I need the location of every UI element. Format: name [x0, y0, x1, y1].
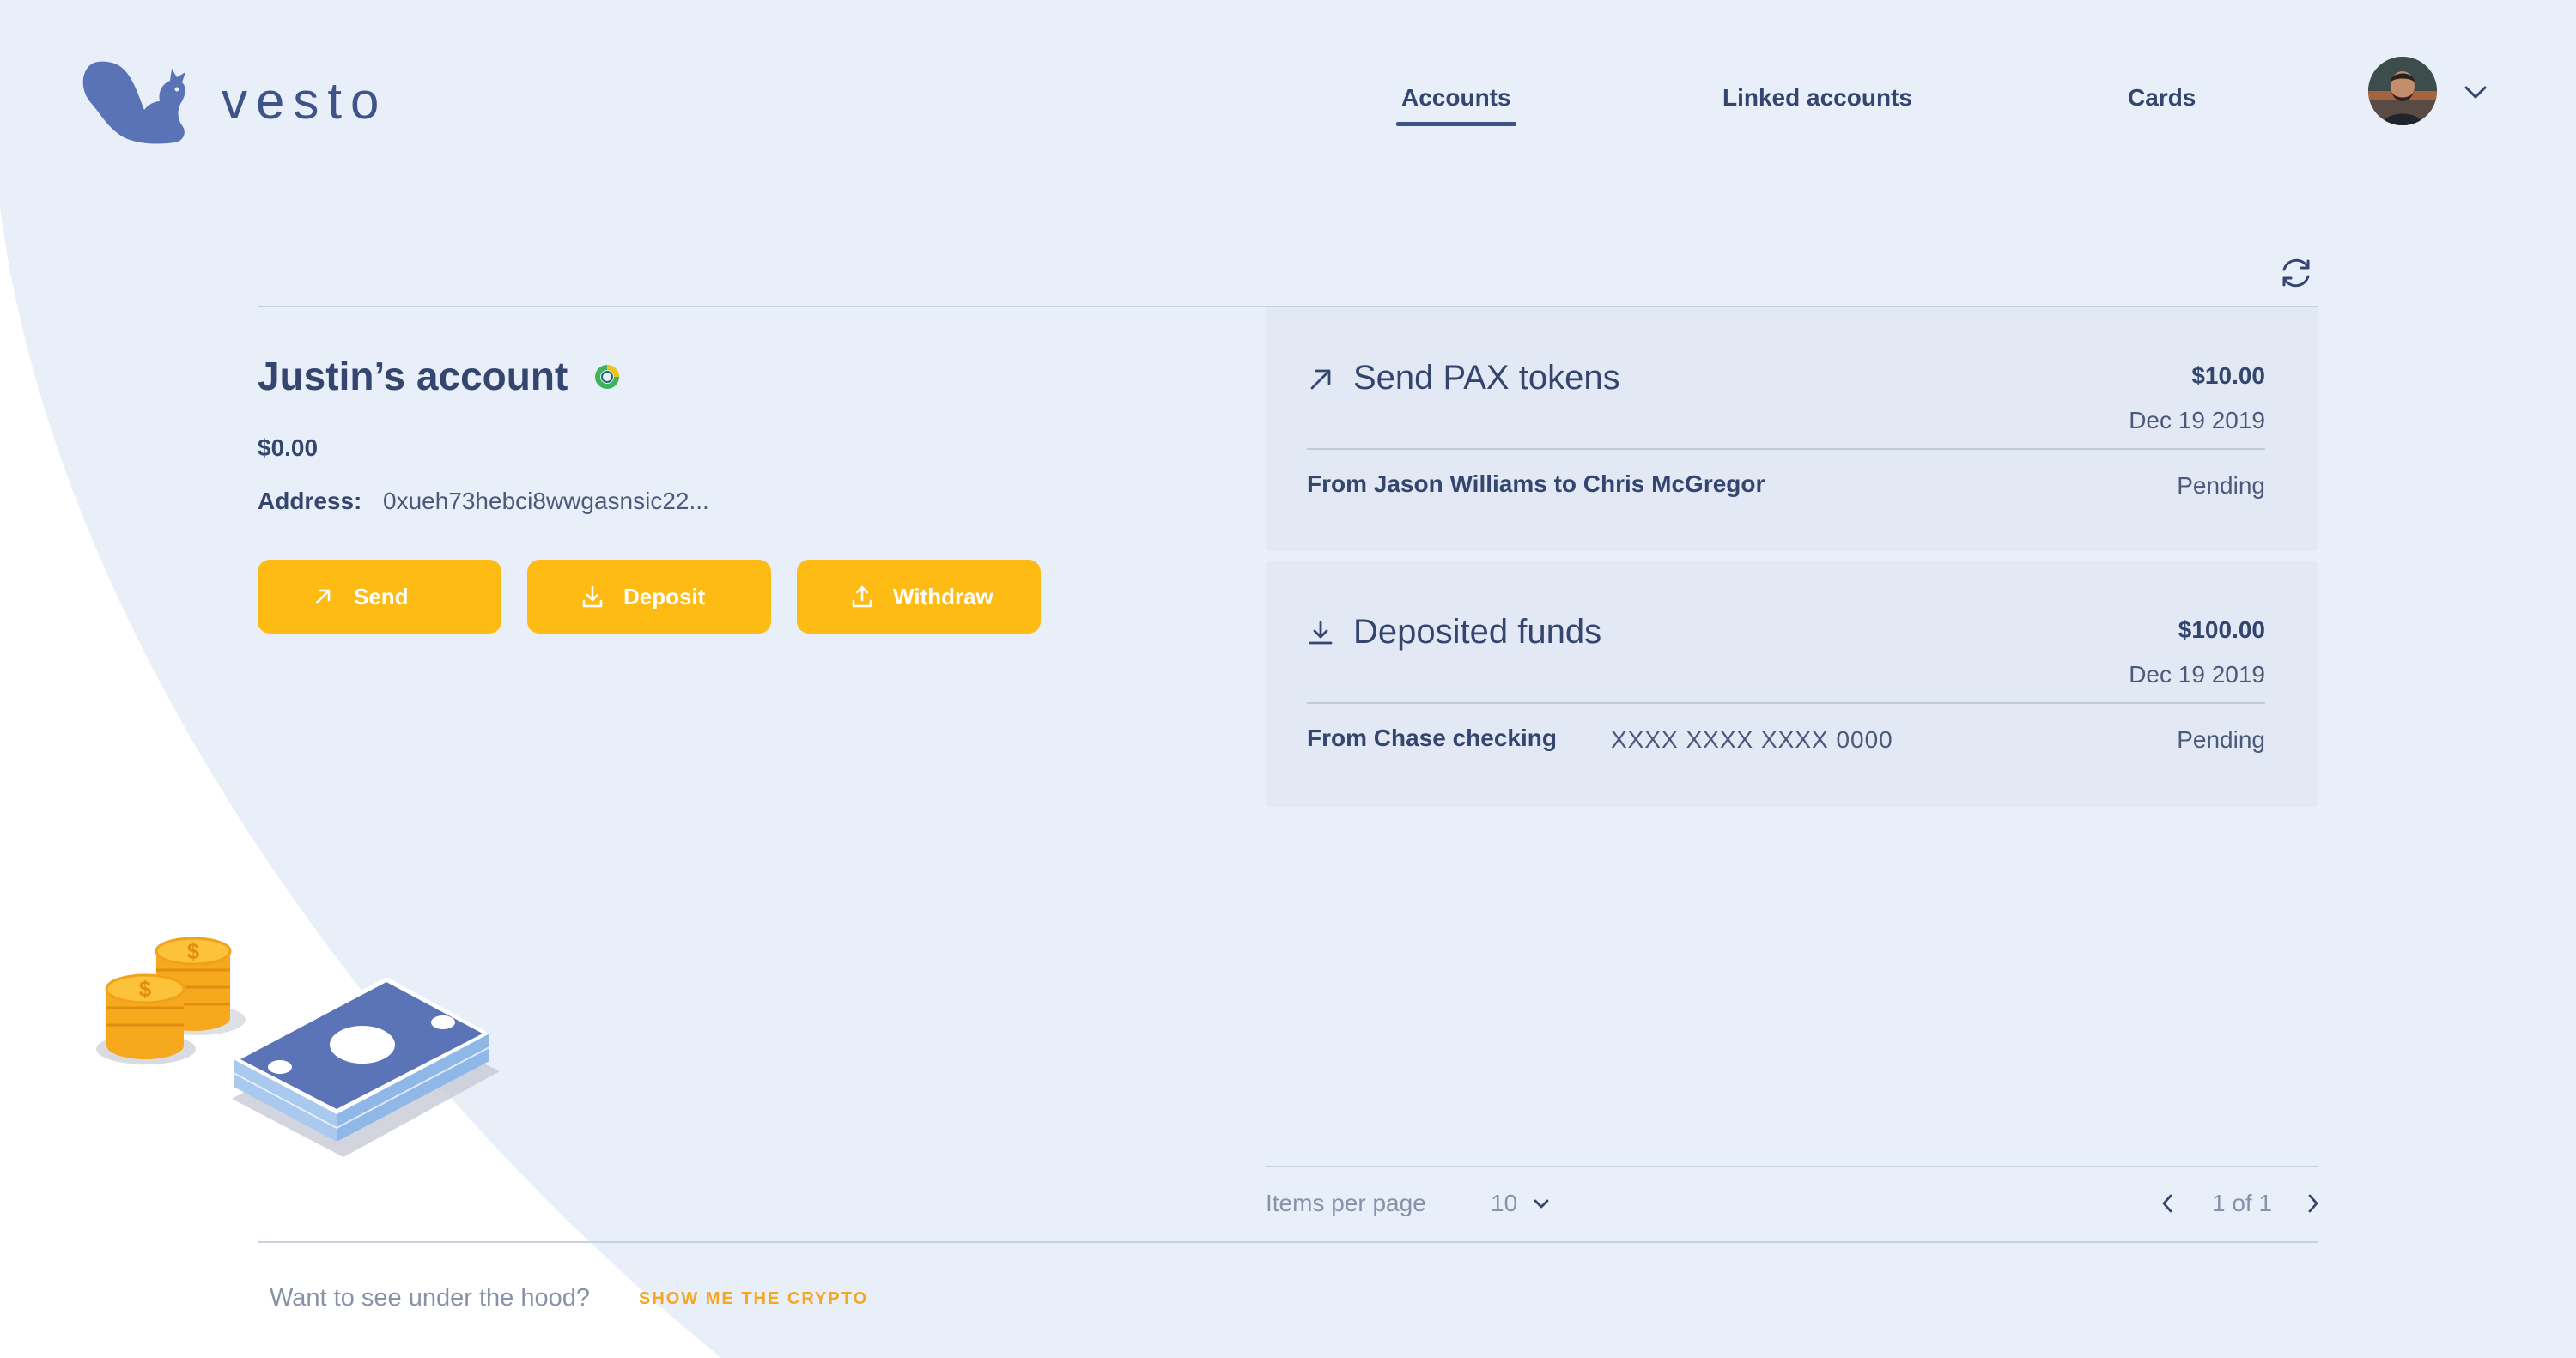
transaction-status: Pending: [2177, 472, 2265, 499]
account-balance: $0.00: [258, 434, 319, 461]
avatar[interactable]: [2368, 57, 2437, 125]
transaction-title: Send PAX tokens: [1353, 359, 1620, 397]
items-per-page-select[interactable]: 10: [1491, 1190, 1517, 1217]
nav-linked-accounts[interactable]: Linked accounts: [1722, 82, 1912, 113]
transaction-amount: $10.00: [2191, 362, 2265, 389]
refresh-icon[interactable]: [2277, 254, 2315, 292]
transaction-from: From Jason Williams to Chris McGregor: [1307, 470, 1765, 497]
chevron-down-icon[interactable]: [2463, 81, 2488, 103]
account-title: Justin’s account: [258, 354, 568, 398]
chevron-down-icon[interactable]: [1532, 1197, 1551, 1212]
chevron-right-icon[interactable]: [2303, 1191, 2324, 1216]
deposit-button[interactable]: Deposit: [527, 560, 771, 634]
upload-icon: [852, 585, 872, 608]
money-illustration-icon: $ $: [96, 937, 500, 1157]
chevron-left-icon[interactable]: [2157, 1191, 2178, 1216]
transaction-account-number: XXXX XXXX XXXX 0000: [1611, 726, 1893, 753]
transaction-from: From Chase checking: [1307, 724, 1557, 751]
svg-text:$: $: [139, 976, 152, 1002]
download-icon: [582, 585, 603, 608]
send-button-label: Send: [354, 583, 409, 609]
transaction-amount: $100.00: [2178, 616, 2265, 643]
send-button[interactable]: Send: [258, 560, 501, 634]
nav-cards[interactable]: Cards: [2128, 82, 2196, 113]
address-value[interactable]: 0xueh73hebci8wwgasnsic22...: [383, 488, 709, 515]
deposit-button-label: Deposit: [623, 583, 706, 609]
transaction-date: Dec 19 2019: [2129, 407, 2265, 433]
download-icon: [1309, 621, 1333, 645]
squirrel-logo-icon: [82, 61, 185, 144]
transaction-divider: [1307, 448, 2265, 450]
withdraw-button[interactable]: Withdraw: [797, 560, 1041, 634]
footer-divider: [258, 1241, 2318, 1243]
user-photo-icon: [2368, 57, 2437, 125]
withdraw-button-label: Withdraw: [893, 583, 993, 609]
pagination-divider: [1266, 1166, 2318, 1167]
transaction-divider: [1307, 702, 2265, 704]
transaction-card[interactable]: Send PAX tokens $10.00 Dec 19 2019 From …: [1266, 307, 2318, 551]
items-per-page-label: Items per page: [1266, 1190, 1426, 1216]
svg-text:$: $: [187, 938, 200, 964]
show-crypto-link[interactable]: SHOW ME THE CRYPTO: [639, 1289, 868, 1309]
arrow-up-right-icon: [1310, 369, 1331, 390]
page-info: 1 of 1: [2212, 1190, 2273, 1216]
brand-name: vesto: [222, 72, 388, 130]
transaction-title: Deposited funds: [1353, 613, 1602, 651]
transaction-date: Dec 19 2019: [2129, 661, 2265, 688]
arrow-up-right-icon: [315, 589, 331, 604]
transaction-card[interactable]: Deposited funds $100.00 Dec 19 2019 From…: [1266, 561, 2318, 807]
nav-accounts[interactable]: Accounts: [1396, 82, 1516, 126]
transaction-status: Pending: [2177, 726, 2265, 753]
footer-question: Want to see under the hood?: [270, 1284, 590, 1312]
account-status-icon: [595, 365, 619, 389]
address-label: Address:: [258, 488, 362, 514]
